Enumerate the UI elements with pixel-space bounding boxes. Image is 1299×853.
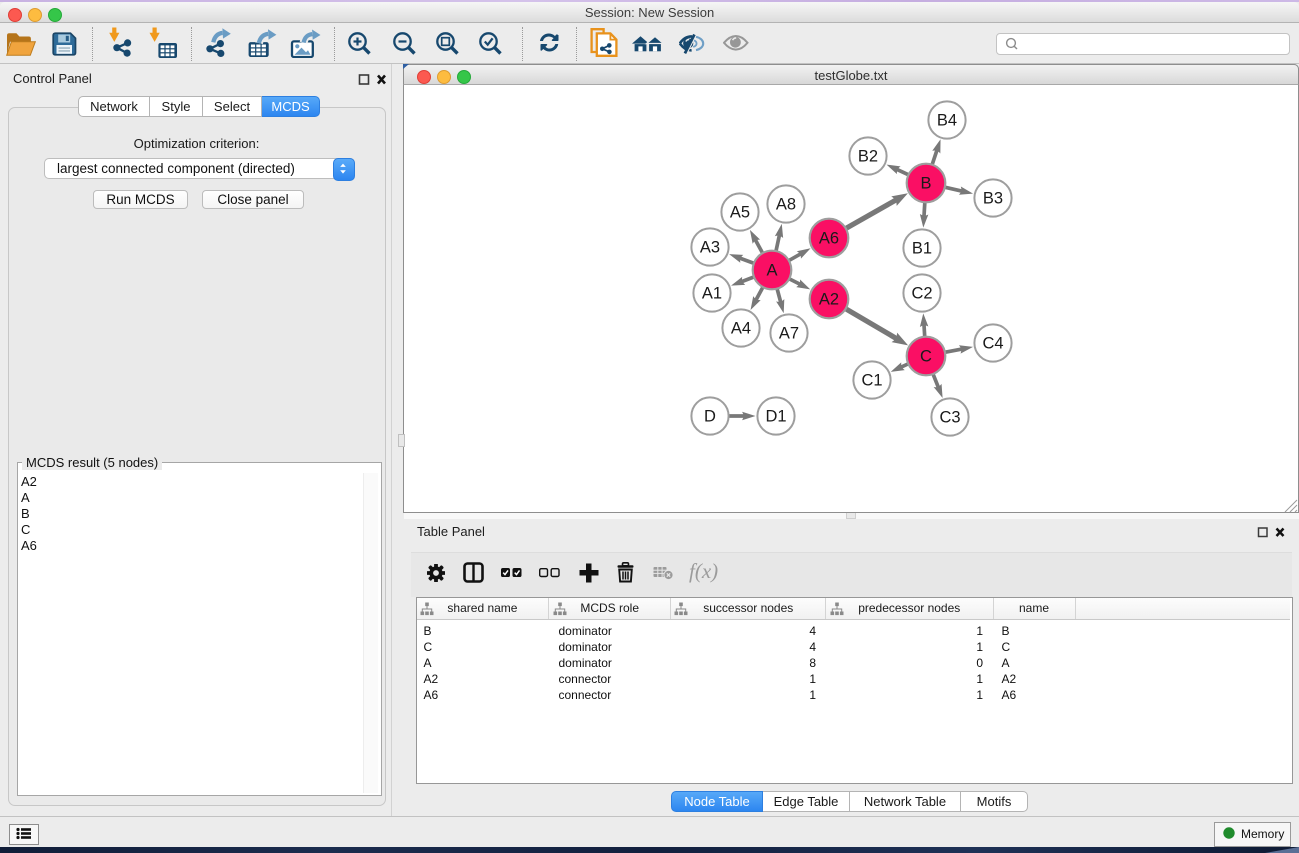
svg-text:C4: C4 [982, 335, 1003, 353]
svg-text:C1: C1 [861, 372, 882, 390]
svg-text:D1: D1 [765, 408, 786, 426]
svg-text:A3: A3 [700, 239, 720, 257]
svg-text:B: B [920, 175, 931, 193]
svg-text:A1: A1 [702, 285, 722, 303]
svg-text:A5: A5 [730, 204, 750, 222]
svg-text:B3: B3 [983, 190, 1003, 208]
svg-text:B1: B1 [912, 240, 932, 258]
svg-text:A6: A6 [819, 230, 839, 248]
svg-text:B2: B2 [858, 148, 878, 166]
svg-text:C: C [920, 348, 932, 366]
svg-text:A7: A7 [779, 325, 799, 343]
svg-text:B4: B4 [937, 112, 957, 130]
svg-text:A4: A4 [731, 320, 751, 338]
svg-text:D: D [704, 408, 716, 426]
svg-text:A2: A2 [819, 291, 839, 309]
svg-text:C3: C3 [939, 409, 960, 427]
svg-text:C2: C2 [911, 285, 932, 303]
svg-text:A: A [766, 262, 777, 280]
svg-text:A8: A8 [776, 196, 796, 214]
